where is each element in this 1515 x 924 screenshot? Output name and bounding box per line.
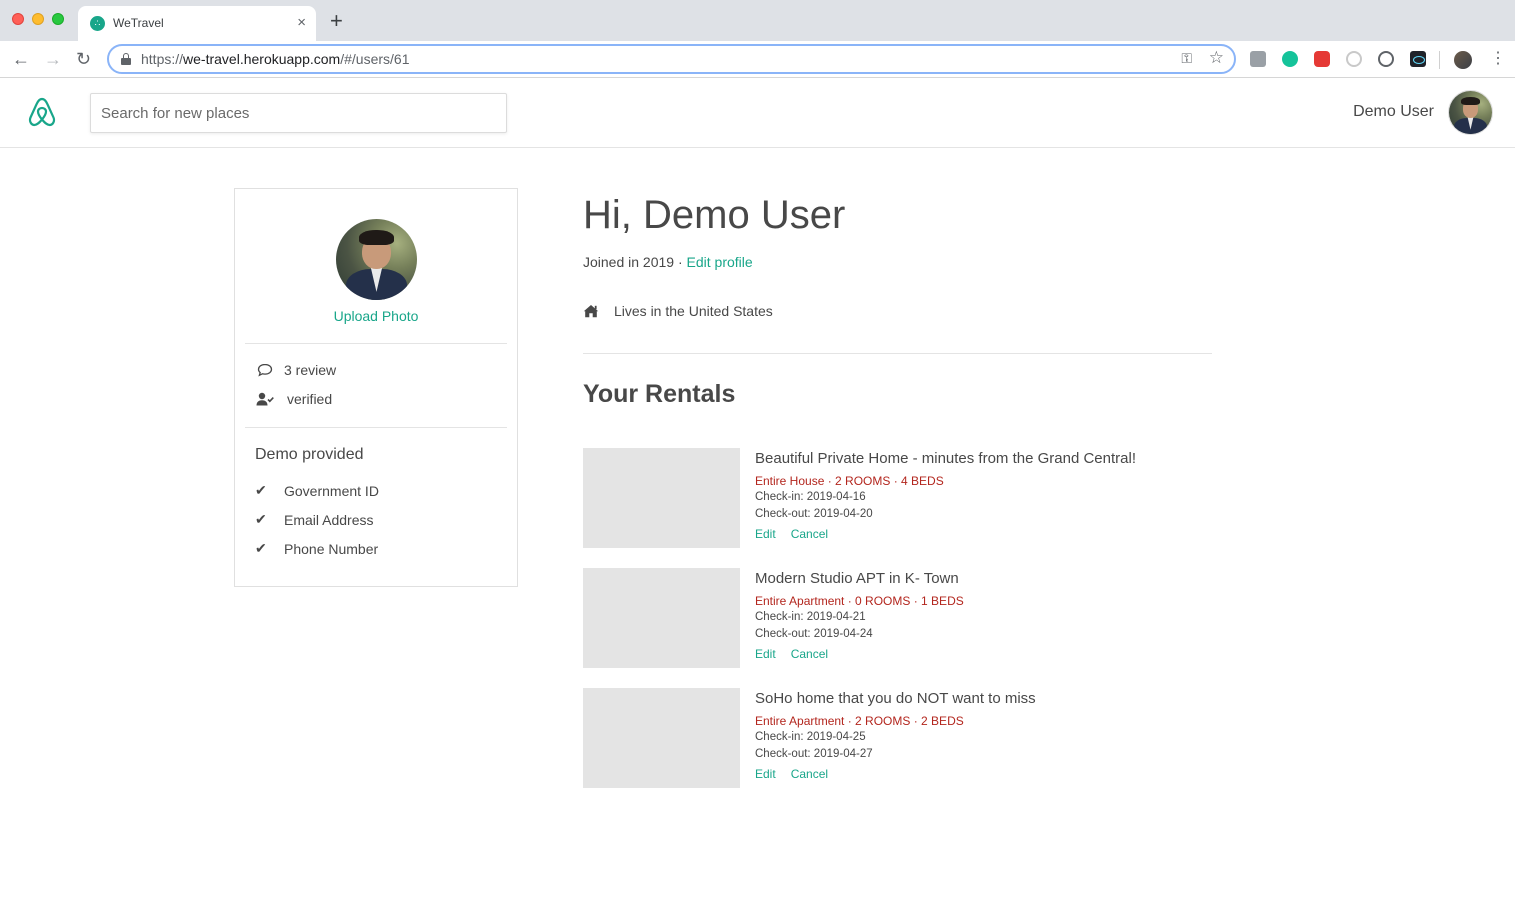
checkmark-icon: ✔ [255,482,267,498]
rental-title[interactable]: SoHo home that you do NOT want to miss [755,690,1036,707]
bookmark-star-icon[interactable]: ☆ [1209,48,1224,68]
search-box [90,93,507,133]
provided-item: ✔ Phone Number [255,540,379,557]
rental-item: Beautiful Private Home - minutes from th… [583,448,1212,548]
rental-thumbnail[interactable] [583,568,740,668]
rental-meta: Entire Apartment · 2 ROOMS · 2 BEDS [755,714,964,728]
page-title: Hi, Demo User [583,193,846,237]
rental-item: SoHo home that you do NOT want to miss E… [583,688,1212,788]
edit-rental-link[interactable]: Edit [755,647,776,661]
rental-actions: Edit Cancel [755,767,828,781]
divider [245,427,507,428]
minimize-window-button[interactable] [32,13,44,25]
provided-item: ✔ Email Address [255,511,374,528]
back-arrow-icon[interactable]: ← [12,49,30,69]
edit-rental-link[interactable]: Edit [755,527,776,541]
checkmark-icon: ✔ [255,511,267,527]
cancel-rental-link[interactable]: Cancel [791,767,828,781]
rentals-heading: Your Rentals [583,380,736,408]
tab-title: WeTravel [113,16,164,30]
avatar[interactable] [1448,90,1493,135]
site-header: Demo User [0,79,1515,148]
rental-actions: Edit Cancel [755,527,828,541]
header-user-name[interactable]: Demo User [1353,103,1434,121]
verified-status: verified [255,391,332,407]
extension-icon[interactable] [1346,51,1362,67]
maximize-window-button[interactable] [52,13,64,25]
airbnb-logo-icon[interactable] [26,95,58,129]
review-count: 3 review [255,362,336,378]
browser-toolbar: ← → ↻ https://we-travel.herokuapp.com/#/… [0,41,1515,78]
divider [583,353,1212,354]
new-tab-button[interactable]: + [330,10,343,32]
check-in-date: Check-in: 2019-04-21 [755,611,866,623]
lives-in-text: Lives in the United States [614,303,773,319]
toolbar-divider [1439,51,1440,69]
extension-icon[interactable] [1250,51,1266,67]
verified-text: verified [287,391,333,407]
check-in-date: Check-in: 2019-04-16 [755,491,866,503]
user-check-icon [256,392,274,406]
profile-card: Upload Photo 3 review verified Demo prov… [234,188,518,587]
close-window-button[interactable] [12,13,24,25]
joined-info: Joined in 2019 · Edit profile [583,254,753,270]
react-devtools-icon[interactable] [1410,51,1426,67]
rental-title[interactable]: Beautiful Private Home - minutes from th… [755,450,1136,467]
url-text[interactable]: https://we-travel.herokuapp.com/#/users/… [141,51,409,67]
cancel-rental-link[interactable]: Cancel [791,647,828,661]
cancel-rental-link[interactable]: Cancel [791,527,828,541]
provided-item: ✔ Government ID [255,482,379,499]
location-info: Lives in the United States [583,303,773,319]
provided-title: Demo provided [255,446,364,463]
rental-title[interactable]: Modern Studio APT in K- Town [755,570,959,587]
rental-thumbnail[interactable] [583,448,740,548]
check-in-date: Check-in: 2019-04-25 [755,731,866,743]
search-input[interactable] [91,94,506,132]
rental-meta: Entire House · 2 ROOMS · 4 BEDS [755,474,944,488]
review-count-text: 3 review [284,362,337,378]
comment-icon [257,363,273,377]
reload-icon[interactable]: ↻ [76,49,91,69]
lock-icon [121,53,131,65]
more-menu-icon[interactable]: ⋮ [1490,50,1506,68]
divider [245,343,507,344]
rental-item: Modern Studio APT in K- Town Entire Apar… [583,568,1212,668]
edit-profile-link[interactable]: Edit profile [687,254,753,270]
address-bar[interactable]: https://we-travel.herokuapp.com/#/users/… [107,44,1236,74]
profile-avatar-icon[interactable] [1454,51,1472,69]
youtube-icon[interactable] [1314,51,1330,67]
extension-icon[interactable] [1378,51,1394,67]
rental-actions: Edit Cancel [755,647,828,661]
edit-rental-link[interactable]: Edit [755,767,776,781]
browser-tab[interactable]: ∴ WeTravel × [78,6,316,41]
key-icon[interactable]: ⚿ [1181,50,1192,67]
checkmark-icon: ✔ [255,540,267,556]
check-out-date: Check-out: 2019-04-27 [755,748,873,760]
rental-thumbnail[interactable] [583,688,740,788]
forward-arrow-icon[interactable]: → [44,49,62,69]
grammarly-icon[interactable] [1282,51,1298,67]
rental-meta: Entire Apartment · 0 ROOMS · 1 BEDS [755,594,964,608]
profile-photo [336,219,417,300]
check-out-date: Check-out: 2019-04-20 [755,508,873,520]
wetravel-favicon-icon: ∴ [90,16,105,31]
browser-tab-bar: ∴ WeTravel × + [0,0,1515,41]
check-out-date: Check-out: 2019-04-24 [755,628,873,640]
close-tab-icon[interactable]: × [297,14,306,32]
home-icon [583,305,599,318]
upload-photo-link[interactable]: Upload Photo [235,308,517,324]
